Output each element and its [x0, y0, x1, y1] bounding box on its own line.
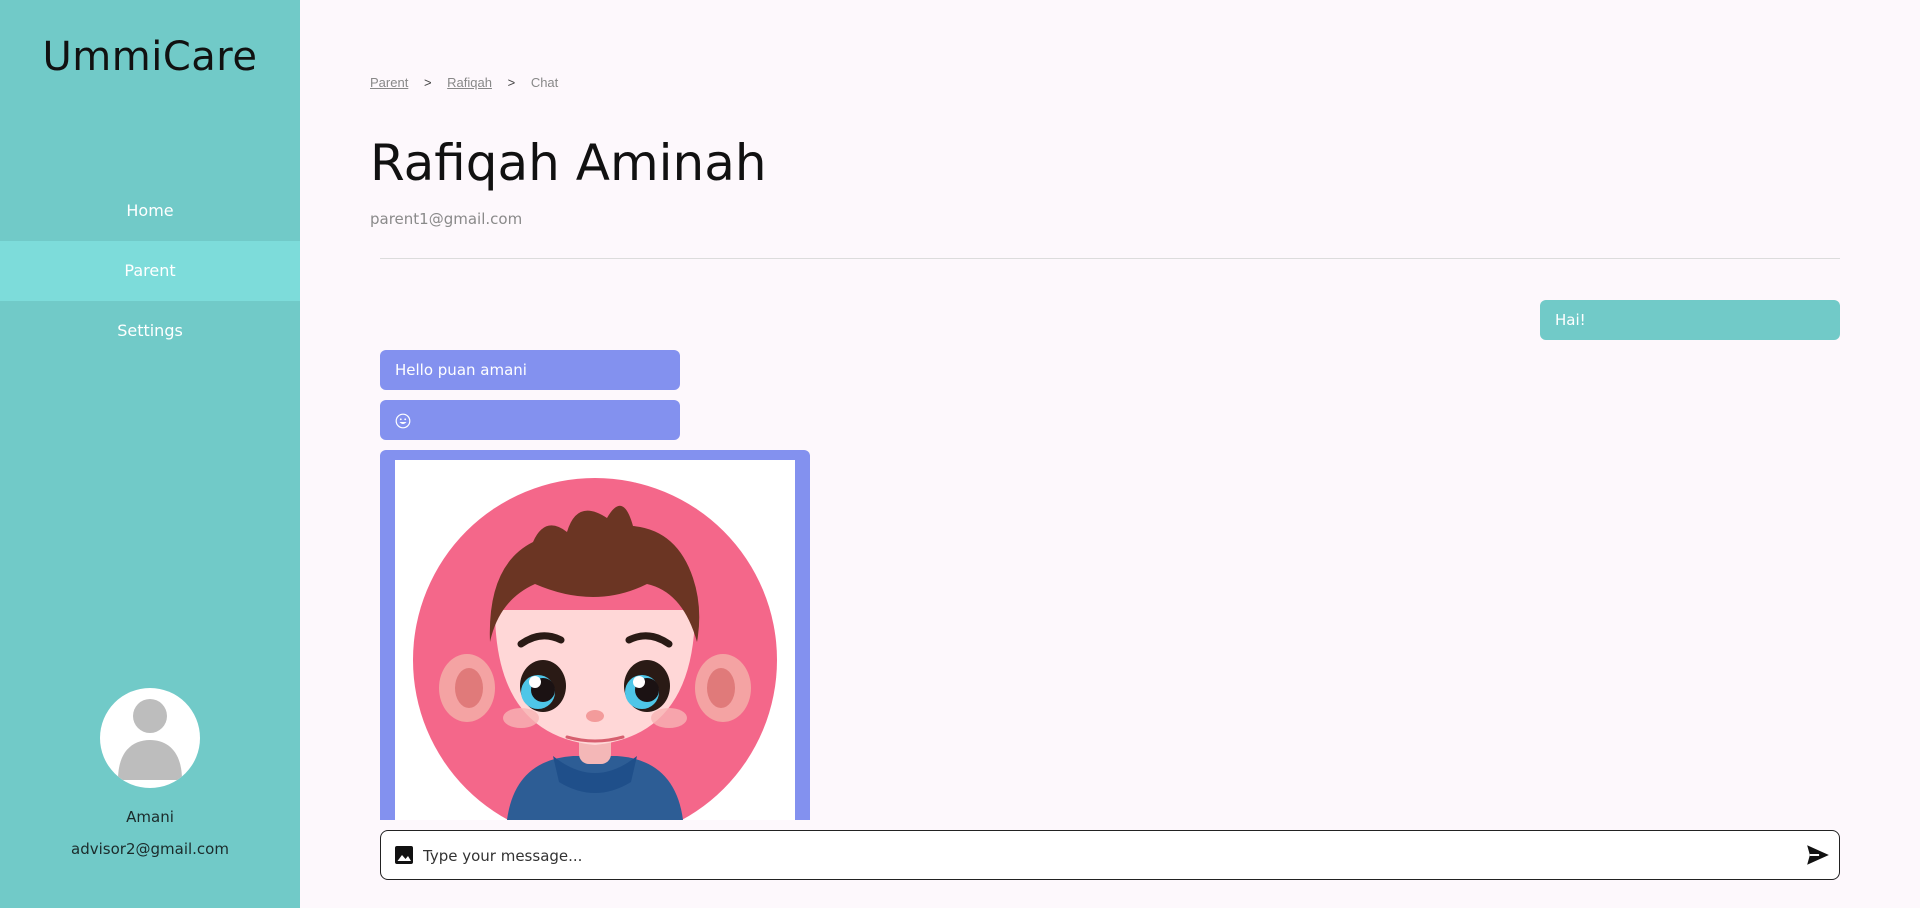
sidebar-item-parent[interactable]: Parent — [0, 241, 300, 301]
breadcrumb-rafiqah[interactable]: Rafiqah — [447, 75, 492, 90]
divider — [380, 258, 1840, 259]
breadcrumb-separator: > — [507, 75, 516, 90]
breadcrumb-parent[interactable]: Parent — [370, 75, 408, 90]
contact-email: parent1@gmail.com — [370, 210, 523, 228]
boy-avatar-image — [413, 478, 777, 820]
message-sent: Hai! — [1540, 300, 1840, 340]
sidebar-nav: Home Parent Settings — [0, 181, 300, 361]
breadcrumb-separator: > — [423, 75, 432, 90]
message-input[interactable] — [421, 839, 1785, 873]
message-received: Hello puan amani — [380, 350, 680, 390]
user-avatar-icon — [118, 699, 182, 780]
avatar — [100, 688, 200, 788]
breadcrumb: Parent > Rafiqah > Chat — [370, 75, 558, 90]
user-profile: Amani advisor2@gmail.com — [0, 688, 300, 858]
message-text: Hai! — [1555, 311, 1586, 329]
breadcrumb-current: Chat — [530, 75, 559, 90]
message-received — [380, 400, 680, 440]
message-image[interactable] — [380, 450, 810, 820]
image-upload-icon[interactable] — [393, 844, 415, 866]
sidebar-item-settings[interactable]: Settings — [0, 301, 300, 361]
send-icon[interactable] — [1805, 842, 1831, 868]
sidebar: UmmiCare Home Parent Settings Amani advi… — [0, 0, 300, 908]
user-name: Amani — [126, 808, 174, 826]
image-frame — [395, 460, 795, 820]
app-logo[interactable]: UmmiCare — [0, 34, 300, 80]
sidebar-item-home[interactable]: Home — [0, 181, 300, 241]
chat-main: Parent > Rafiqah > Chat Rafiqah Aminah p… — [300, 0, 1920, 908]
message-text: Hello puan amani — [395, 361, 527, 379]
user-email: advisor2@gmail.com — [71, 840, 229, 858]
smiley-emoji-icon — [395, 413, 411, 428]
page-title: Rafiqah Aminah — [370, 134, 767, 192]
message-composer — [380, 830, 1840, 880]
